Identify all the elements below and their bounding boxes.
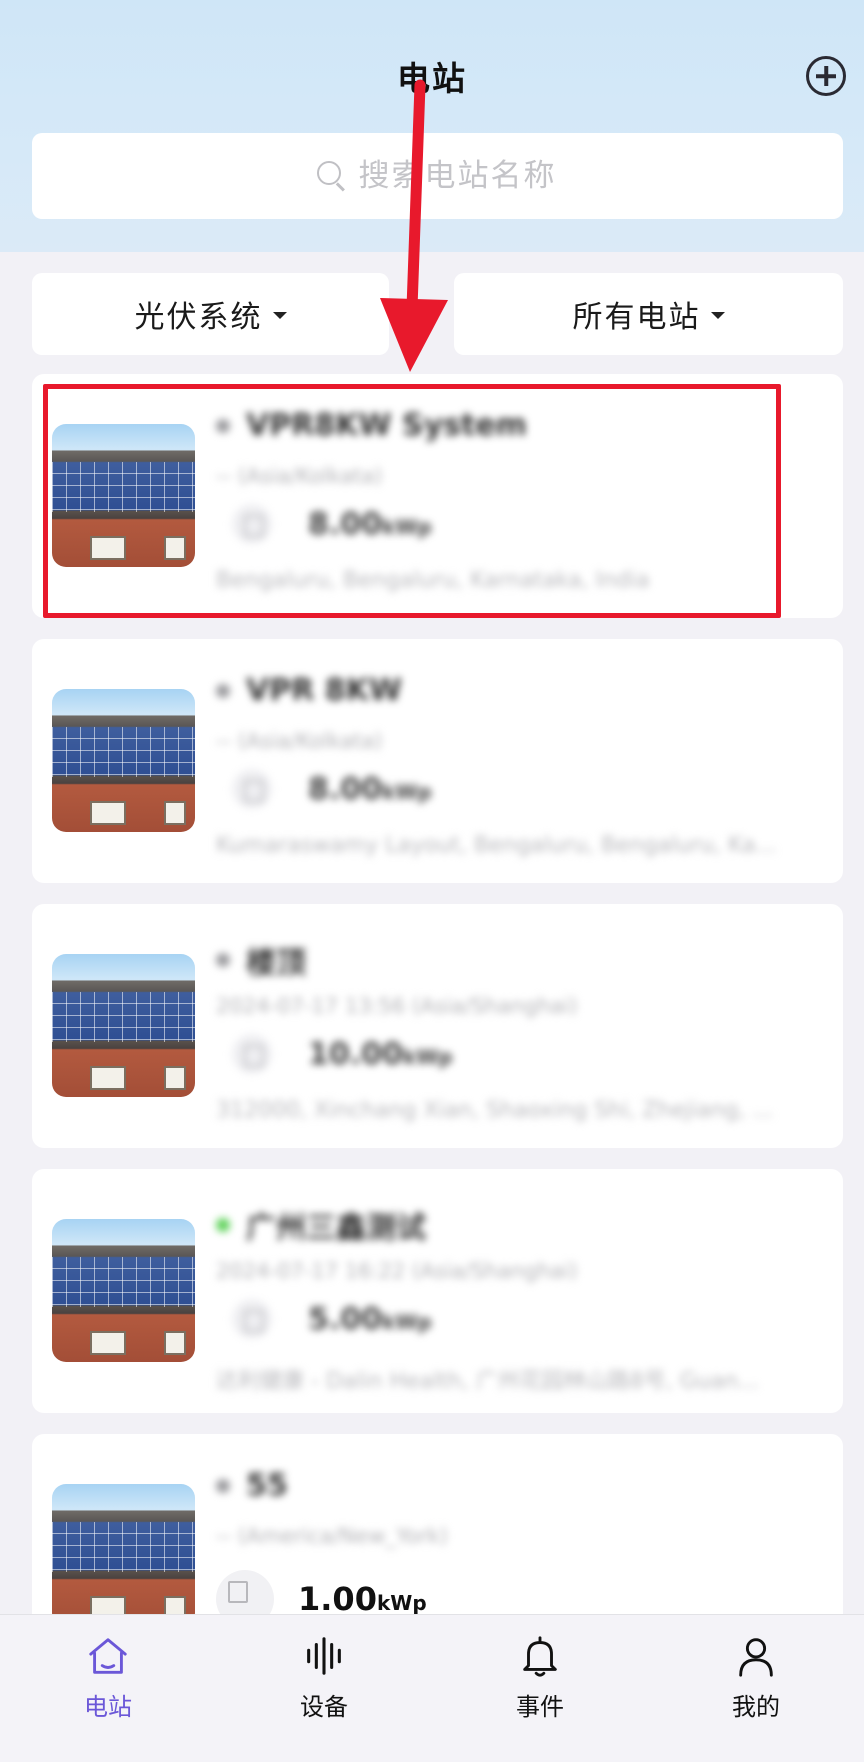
station-card[interactable]: VPR 8KW -- (Asia/Kolkata) 8.00kWp Kumara… [32,639,843,883]
station-capacity: 5.00kWp [308,1301,432,1337]
station-capacity: 8.00kWp [308,771,432,807]
station-address: 达利健康 - Dalin Health, 广州花园林山路8号, Guan... [216,1369,760,1394]
station-capacity: 10.00kWp [308,1036,453,1072]
status-dot [216,683,230,698]
station-name: 楼顶 [246,946,306,981]
status-dot [216,1218,230,1232]
tab-profile[interactable]: 我的 [648,1615,864,1762]
station-address: Kumaraswamy Layout, Bengaluru, Bengaluru… [216,833,777,858]
tab-label: 电站 [84,1693,132,1721]
station-card[interactable]: 55 -- (America/New_York) [32,1434,843,1634]
tab-label: 设备 [300,1693,348,1721]
station-name: 55 [246,1468,288,1503]
station-timezone: 2024-07-17 13:56 (Asia/Shanghai) [216,994,578,1018]
station-thumbnail [52,689,195,832]
bottom-tab-bar: 电站 设备 事件 我的 [0,1614,864,1762]
station-card[interactable]: 楼顶 2024-07-17 13:56 (Asia/Shanghai) 10.0… [32,904,843,1148]
tab-stations[interactable]: 电站 [0,1615,216,1762]
station-address: 312000, Xinchang Xian, Shaoxing Shi, Zhe… [216,1098,774,1123]
station-thumbnail [52,1484,195,1627]
waveform-icon [307,1637,341,1675]
solar-panel-icon [232,769,272,809]
station-timezone: -- (America/New_York) [216,1524,448,1548]
status-dot [216,953,230,967]
station-card[interactable]: 广州三鑫测试 2024-07-17 16:22 (Asia/Shanghai) … [32,1169,843,1413]
bell-icon [523,1636,557,1677]
tab-label: 我的 [732,1693,780,1721]
solar-panel-icon [232,1299,272,1339]
station-timezone: -- (Asia/Kolkata) [216,729,383,753]
station-thumbnail [52,1219,195,1362]
tab-label: 事件 [516,1693,564,1721]
station-timezone: 2024-07-17 16:22 (Asia/Shanghai) [216,1259,578,1283]
annotation-arrow [380,79,448,372]
tab-devices[interactable]: 设备 [216,1615,432,1762]
highlight-box [43,384,781,618]
status-dot [216,1478,230,1493]
solar-panel-icon [232,1034,272,1074]
tab-events[interactable]: 事件 [432,1615,648,1762]
station-name: VPR 8KW [246,673,402,708]
user-icon [739,1638,773,1677]
station-name: 广州三鑫测试 [246,1211,426,1246]
home-icon [89,1638,127,1674]
station-thumbnail [52,954,195,1097]
